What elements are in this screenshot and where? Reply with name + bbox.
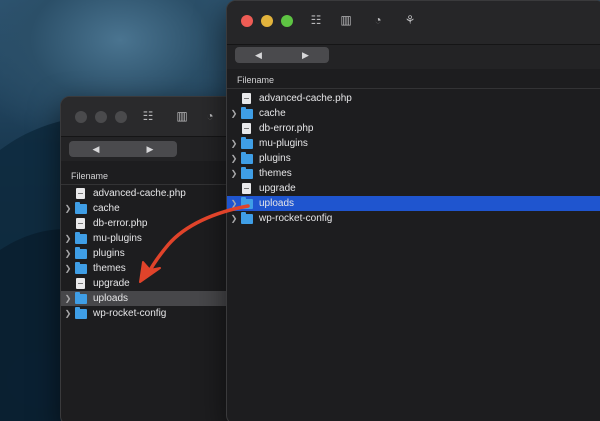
file-name-label: uploads	[259, 198, 295, 209]
file-name-label: uploads	[93, 293, 129, 304]
file-name-label: upgrade	[259, 183, 296, 194]
disclosure-chevron-icon[interactable]: ❯	[61, 249, 75, 258]
back-window-titlebar[interactable]: ☷ ▥ ◔	[61, 97, 234, 137]
disclosure-chevron-icon[interactable]: ❯	[61, 204, 75, 213]
file-list-row[interactable]: ❯ mu-plugins	[61, 231, 234, 246]
file-name-label: advanced-cache.php	[93, 188, 186, 199]
file-list-row[interactable]: upgrade	[227, 181, 600, 196]
folder-icon	[241, 151, 253, 164]
disclosure-chevron-icon[interactable]: ❯	[227, 199, 241, 208]
folder-icon	[75, 231, 87, 244]
filename-column-header[interactable]: Filename	[61, 167, 234, 185]
file-name-label: wp-rocket-config	[259, 213, 333, 224]
front-window-controls	[241, 15, 293, 27]
history-icon[interactable]: ◔	[367, 11, 389, 29]
file-icon	[242, 93, 251, 104]
file-name-label: wp-rocket-config	[93, 308, 167, 319]
outline-view-icon[interactable]: ☷	[305, 11, 327, 29]
file-list-row[interactable]: ❯ cache	[227, 106, 600, 121]
file-list-row[interactable]: advanced-cache.php	[61, 186, 234, 201]
filename-column-header[interactable]: Filename	[227, 71, 600, 89]
back-window-nav: ◀ ▶	[69, 141, 177, 157]
folder-icon	[75, 246, 87, 259]
file-list-row[interactable]: ❯ wp-rocket-config	[227, 211, 600, 226]
file-name-label: cache	[93, 203, 120, 214]
file-list-row[interactable]: ❯ wp-rocket-config	[61, 306, 234, 321]
disclosure-chevron-icon[interactable]: ❯	[227, 154, 241, 163]
sync-icon[interactable]: ⚘	[399, 11, 421, 29]
file-name-label: themes	[259, 168, 292, 179]
file-name-label: plugins	[93, 248, 125, 259]
back-button[interactable]: ◀	[93, 144, 100, 155]
minimize-button[interactable]	[261, 15, 273, 27]
file-name-label: db-error.php	[259, 123, 314, 134]
forward-button[interactable]: ▶	[302, 50, 309, 61]
disclosure-chevron-icon[interactable]: ❯	[61, 264, 75, 273]
disclosure-chevron-icon[interactable]: ❯	[61, 309, 75, 318]
history-icon[interactable]: ◔	[199, 107, 221, 125]
folder-icon	[241, 136, 253, 149]
close-button[interactable]	[75, 111, 87, 123]
folder-icon	[241, 166, 253, 179]
front-file-list: advanced-cache.php ❯ cache db-error.php ❯ mu-…	[227, 91, 600, 226]
file-name-label: advanced-cache.php	[259, 93, 352, 104]
folder-icon	[75, 261, 87, 274]
file-name-label: mu-plugins	[93, 233, 142, 244]
disclosure-chevron-icon[interactable]: ❯	[227, 139, 241, 148]
file-list-row[interactable]: ❯ themes	[227, 166, 600, 181]
file-list-row[interactable]: advanced-cache.php	[227, 91, 600, 106]
folder-icon	[75, 201, 87, 214]
file-icon	[76, 188, 85, 199]
file-name-label: plugins	[259, 153, 291, 164]
file-icon	[242, 123, 251, 134]
file-list-row[interactable]: ❯ themes	[61, 261, 234, 276]
folder-icon	[241, 106, 253, 119]
forward-button[interactable]: ▶	[147, 144, 154, 155]
bookmarks-icon[interactable]: ▥	[335, 11, 357, 29]
front-window-nav: ◀ ▶	[235, 47, 329, 63]
file-icon	[76, 218, 85, 229]
file-name-label: mu-plugins	[259, 138, 308, 149]
outline-view-icon[interactable]: ☷	[137, 107, 159, 125]
back-file-window: ☷ ▥ ◔ ◀ ▶ Filename advanced-cache.php ❯ ca…	[60, 96, 235, 421]
file-list-row[interactable]: db-error.php	[61, 216, 234, 231]
folder-icon	[75, 291, 87, 304]
file-list-row[interactable]: ❯ plugins	[61, 246, 234, 261]
disclosure-chevron-icon[interactable]: ❯	[227, 109, 241, 118]
bookmarks-icon[interactable]: ▥	[171, 107, 193, 125]
file-name-label: cache	[259, 108, 286, 119]
file-name-label: db-error.php	[93, 218, 148, 229]
zoom-button[interactable]	[281, 15, 293, 27]
file-list-row[interactable]: ❯ mu-plugins	[227, 136, 600, 151]
disclosure-chevron-icon[interactable]: ❯	[227, 169, 241, 178]
front-window-titlebar[interactable]: ☷ ▥ ◔ ⚘	[227, 1, 600, 45]
back-window-controls	[75, 111, 127, 123]
file-list-row[interactable]: db-error.php	[227, 121, 600, 136]
front-file-window: ☷ ▥ ◔ ⚘ ◀ ▶ Filename advanced-cache.php ❯…	[226, 0, 600, 421]
disclosure-chevron-icon[interactable]: ❯	[61, 234, 75, 243]
close-button[interactable]	[241, 15, 253, 27]
file-name-label: upgrade	[93, 278, 130, 289]
file-list-row[interactable]: ❯ uploads	[61, 291, 234, 306]
file-name-label: themes	[93, 263, 126, 274]
file-list-row[interactable]: ❯ cache	[61, 201, 234, 216]
disclosure-chevron-icon[interactable]: ❯	[61, 294, 75, 303]
folder-icon	[241, 211, 253, 224]
file-icon	[76, 278, 85, 289]
file-list-row[interactable]: ❯ uploads	[227, 196, 600, 211]
folder-icon	[241, 196, 253, 209]
file-list-row[interactable]: ❯ plugins	[227, 151, 600, 166]
back-file-list: advanced-cache.php ❯ cache db-error.php ❯ mu-…	[61, 186, 234, 321]
back-button[interactable]: ◀	[255, 50, 262, 61]
zoom-button[interactable]	[115, 111, 127, 123]
disclosure-chevron-icon[interactable]: ❯	[227, 214, 241, 223]
folder-icon	[75, 306, 87, 319]
file-list-row[interactable]: upgrade	[61, 276, 234, 291]
file-icon	[242, 183, 251, 194]
minimize-button[interactable]	[95, 111, 107, 123]
